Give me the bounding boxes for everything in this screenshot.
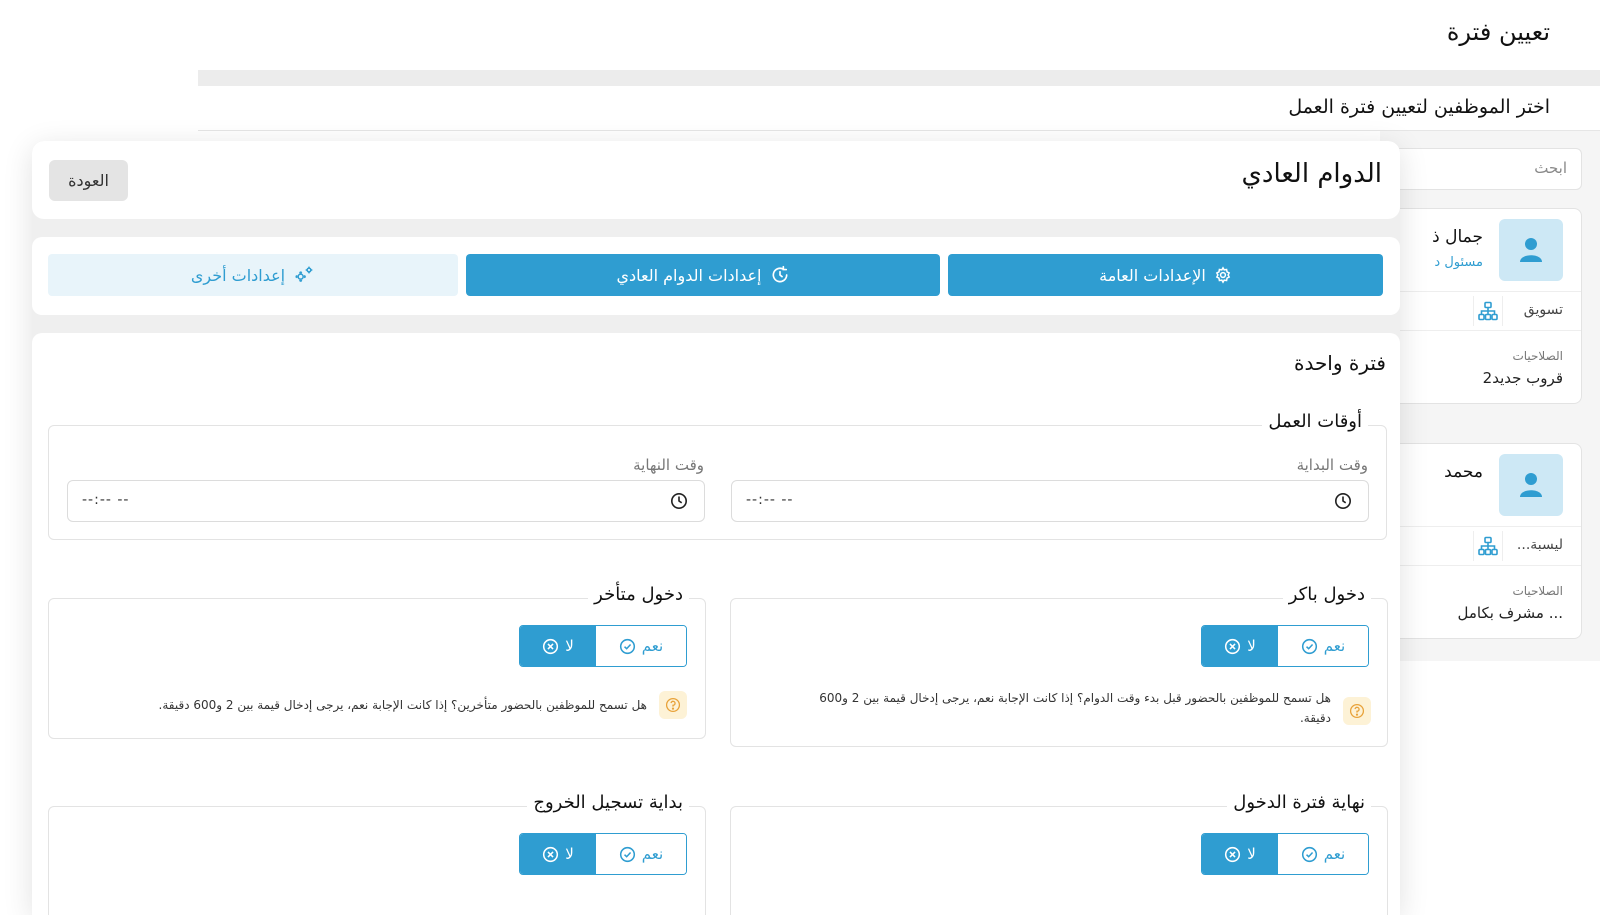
toggle-no-label: لا [1247,845,1256,863]
select-employees-title: اختر الموظفين لتعيين فترة العمل [1288,96,1550,118]
toggle-no-button[interactable]: لا [1202,834,1278,874]
tab-label: إعدادات الدوام العادي [616,265,762,285]
checkout-start-toggle: لا نعم [519,833,687,875]
clock-icon [670,492,688,510]
end-time-label: وقت النهاية [633,456,704,474]
x-circle-icon [543,846,559,862]
toggle-no-label: لا [565,845,574,863]
employee-department: ...ليسبة [1516,537,1563,553]
early-entry-legend: دخول باكر [1282,584,1371,605]
early-entry-group: دخول باكر لا نعم هل تسمح للموظفين بالحضو… [730,584,1388,747]
start-time-input[interactable]: --:-- -- [731,480,1369,522]
employee-card[interactable]: محمد ...ليسبة الصلاحيات مشرف بكامل ... [1380,443,1582,639]
refresh-clock-icon [772,265,787,283]
toggle-yes-label: نعم [641,637,664,655]
avatar [1499,454,1563,516]
clock-icon [1334,492,1352,510]
late-entry-toggle: لا نعم [519,625,687,667]
permissions-label: الصلاحيات [1512,584,1563,598]
page-title: تعيين فترة [1446,18,1550,46]
tab-label: إعدادات أخرى [190,265,286,285]
toggle-no-button[interactable]: لا [1202,626,1278,666]
toggle-yes-label: نعم [1323,845,1346,863]
user-icon [1520,473,1542,497]
toggle-yes-label: نعم [1323,637,1346,655]
tab-label: الإعدادات العامة [1099,265,1206,285]
x-circle-icon [543,638,559,654]
toggle-yes-button[interactable]: نعم [1278,834,1368,874]
toggle-no-button[interactable]: لا [520,834,596,874]
modal-header: الدوام العادي العودة [32,141,1400,219]
toggle-yes-button[interactable]: نعم [1278,626,1368,666]
checkout-start-group: بداية تسجيل الخروج لا نعم [48,792,706,915]
work-hours-group: أوقات العمل وقت البداية --:-- -- وقت الن… [48,411,1387,540]
x-circle-icon [1225,638,1241,654]
gears-icon [295,266,313,283]
permissions-value: قروب جديد2 [1482,369,1563,387]
toggle-yes-label: نعم [641,845,664,863]
end-time-value: --:-- -- [82,492,130,508]
check-circle-icon [619,638,635,654]
employee-department-row: تسويق [1381,291,1581,331]
permissions-value: مشرف بكامل ... [1457,604,1563,622]
end-time-input[interactable]: --:-- -- [67,480,705,522]
search-placeholder: ابحث [1534,159,1567,177]
section-title: فترة واحدة [1293,351,1386,375]
checkout-start-legend: بداية تسجيل الخروج [527,792,689,813]
check-circle-icon [1301,638,1317,654]
tab-general-settings[interactable]: الإعدادات العامة [948,254,1383,296]
employee-name: جمال ذ [1432,227,1483,247]
question-icon [1343,697,1371,725]
employee-department-row: ...ليسبة [1381,526,1581,566]
entry-period-end-group: نهاية فترة الدخول لا نعم [730,792,1388,915]
user-icon [1520,238,1542,262]
employee-role: مسئول د [1434,255,1483,270]
org-chart-icon [1473,531,1503,561]
employee-search-input[interactable]: ابحث [1380,148,1582,190]
entry-period-end-toggle: لا نعم [1201,833,1369,875]
entry-period-end-legend: نهاية فترة الدخول [1227,792,1371,813]
start-time-label: وقت البداية [1296,456,1368,474]
late-entry-group: دخول متأخر لا نعم هل تسمح للموظفين بالحض… [48,584,706,739]
permissions-label: الصلاحيات [1512,349,1563,363]
tab-other-settings[interactable]: إعدادات أخرى [48,254,458,296]
employee-department: تسويق [1523,302,1563,318]
toggle-yes-button[interactable]: نعم [596,626,686,666]
employee-card[interactable]: جمال ذ مسئول د تسويق الصلاحيات قروب جديد… [1380,208,1582,404]
regular-shift-modal: الدوام العادي العودة الإعدادات العامة إع… [32,141,1400,915]
back-button[interactable]: العودة [49,160,128,201]
settings-tabs: الإعدادات العامة إعدادات الدوام العادي إ… [32,237,1400,315]
start-time-value: --:-- -- [746,492,794,508]
question-icon [659,691,687,719]
early-entry-hint: هل تسمح للموظفين بالحضور قبل بدء وقت الد… [751,688,1331,728]
hint-line: هل تسمح للموظفين بالحضور قبل بدء وقت الد… [819,691,1331,705]
toggle-no-label: لا [565,637,574,655]
toggle-no-button[interactable]: لا [520,626,596,666]
work-hours-legend: أوقات العمل [1262,411,1368,432]
select-employees-header: اختر الموظفين لتعيين فترة العمل [198,86,1600,131]
employee-name: محمد [1444,462,1483,482]
modal-body: فترة واحدة أوقات العمل وقت البداية --:--… [32,333,1400,915]
tab-regular-shift-settings[interactable]: إعدادات الدوام العادي [466,254,940,296]
assign-shift-header: تعيين فترة [198,0,1600,70]
toggle-no-label: لا [1247,637,1256,655]
check-circle-icon [1301,846,1317,862]
modal-title: الدوام العادي [1241,159,1382,189]
late-entry-legend: دخول متأخر [588,584,689,605]
late-entry-hint: هل تسمح للموظفين بالحضور متأخرين؟ إذا كا… [158,698,647,712]
divider-band [198,70,1600,86]
gear-icon [1215,266,1231,284]
check-circle-icon [619,846,635,862]
early-entry-toggle: لا نعم [1201,625,1369,667]
x-circle-icon [1225,846,1241,862]
hint-line: دقيقة. [1299,711,1331,725]
org-chart-icon [1473,296,1503,326]
avatar [1499,219,1563,281]
toggle-yes-button[interactable]: نعم [596,834,686,874]
